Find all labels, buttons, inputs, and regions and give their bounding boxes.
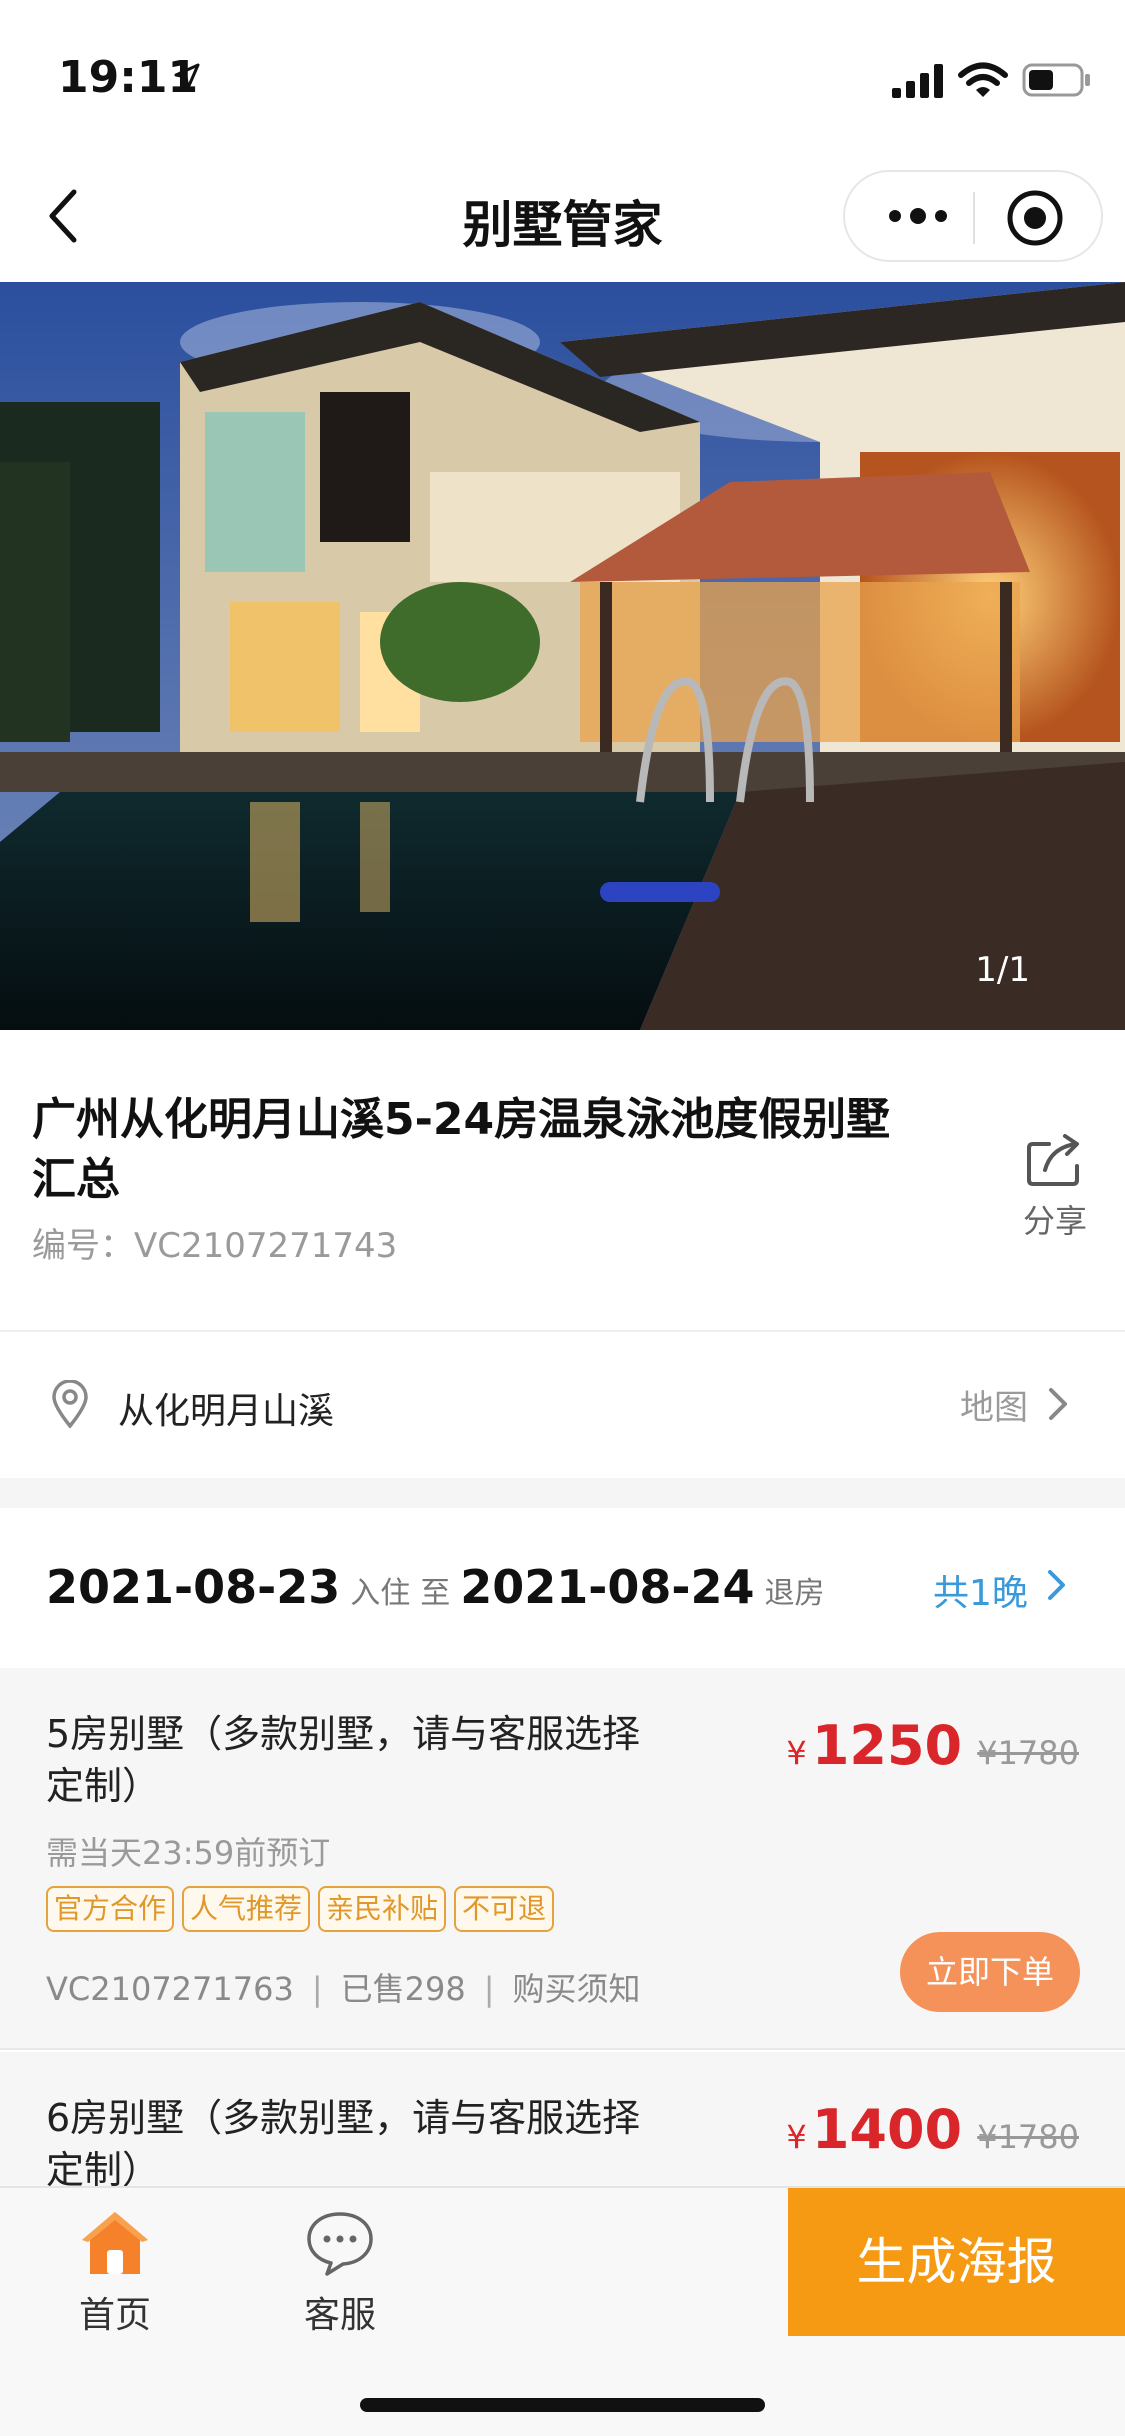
map-link[interactable]: 地图 — [960, 1380, 1028, 1429]
original-price: ¥1780 — [977, 1734, 1079, 1772]
currency-symbol: ¥ — [786, 1734, 807, 1772]
product-price: ¥ 1400 ¥1780 — [786, 2098, 1079, 2161]
product-name: 5房别墅（多款别墅，请与客服选择定制） — [46, 1712, 641, 1808]
mini-program-capsule — [843, 170, 1103, 262]
tab-home-label: 首页 — [78, 2295, 151, 2336]
product-meta: VC2107271763 | 已售298 | 购买须知 — [46, 1964, 641, 2010]
purchase-notice-link[interactable]: 购买须知 — [512, 1970, 640, 2008]
product-code: VC2107271763 — [46, 1970, 294, 2008]
tag-badge: 不可退 — [454, 1886, 555, 1932]
current-price: 1250 — [811, 1714, 963, 1777]
check-in-label: 入住 — [350, 1576, 411, 1611]
tag-badge: 亲民补贴 — [318, 1886, 447, 1932]
original-price: ¥1780 — [977, 2118, 1079, 2156]
check-out-label: 退房 — [764, 1576, 825, 1611]
villa-code: 编号：VC2107271743 — [32, 1226, 398, 1266]
generate-poster-button[interactable]: 生成海报 — [788, 2188, 1125, 2336]
meta-separator: | — [311, 1970, 323, 2008]
product-tags: 官方合作 人气推荐 亲民补贴 不可退 — [46, 1886, 555, 1932]
currency-symbol: ¥ — [786, 2118, 807, 2156]
nav-bar: 别墅管家 — [0, 150, 1125, 282]
product-price: ¥ 1250 ¥1780 — [786, 1714, 1079, 1777]
date-range: 2021-08-23 入住至 2021-08-24 退房 — [46, 1560, 835, 1614]
share-button[interactable]: 分享 — [1005, 1130, 1105, 1250]
home-icon — [82, 2212, 148, 2274]
signal-icon — [892, 64, 943, 98]
villa-photo-illustration — [0, 282, 1125, 1030]
sold-count: 已售298 — [340, 1970, 466, 2008]
location-name: 从化明月山溪 — [118, 1391, 335, 1432]
bottom-tab-bar: 首页 客服 生成海报 — [0, 2186, 1125, 2436]
check-out-date[interactable]: 2021-08-24 — [460, 1560, 754, 1614]
home-indicator — [360, 2398, 765, 2412]
check-in-date[interactable]: 2021-08-23 — [46, 1560, 340, 1614]
nights-count[interactable]: 共1晚 — [933, 1564, 1028, 1616]
current-price: 1400 — [811, 2098, 963, 2161]
booking-deadline: 需当天23:59前预订 — [46, 1834, 331, 1872]
capsule-divider — [973, 192, 975, 244]
tag-badge: 人气推荐 — [182, 1886, 311, 1932]
chevron-right-icon — [1049, 1388, 1067, 1420]
image-counter: 1/1 — [975, 950, 1030, 990]
villa-info-card: 广州从化明月山溪5-24房温泉泳池度假别墅汇总 编号：VC2107271743 … — [0, 1030, 1125, 1330]
more-icon[interactable] — [883, 196, 953, 236]
section-gap — [0, 1478, 1125, 1508]
meta-separator: | — [483, 1970, 495, 2008]
product-name: 6房别墅（多款别墅，请与客服选择定制） — [46, 2096, 641, 2192]
product-card[interactable]: 5房别墅（多款别墅，请与客服选择定制） ¥ 1250 ¥1780 需当天23:5… — [0, 1668, 1125, 2050]
wifi-icon — [958, 62, 1008, 97]
location-pin-icon — [52, 1380, 88, 1428]
tag-badge: 官方合作 — [46, 1886, 175, 1932]
order-now-button[interactable]: 立即下单 — [900, 1932, 1080, 2012]
location-arrow-icon — [174, 63, 200, 90]
share-label: 分享 — [1022, 1202, 1087, 1240]
tab-customer-service[interactable]: 客服 — [275, 2206, 405, 2336]
share-icon — [1027, 1134, 1079, 1186]
status-bar: 19:11 — [0, 0, 1125, 150]
chat-bubble-icon — [307, 2212, 373, 2276]
villa-title: 广州从化明月山溪5-24房温泉泳池度假别墅汇总 — [32, 1094, 891, 1205]
close-target-icon[interactable] — [1005, 188, 1065, 248]
location-row[interactable]: 从化明月山溪 地图 — [0, 1332, 1125, 1478]
tab-service-label: 客服 — [303, 2295, 376, 2336]
tab-home[interactable]: 首页 — [50, 2206, 180, 2336]
villa-photo[interactable]: 1/1 — [0, 282, 1125, 1030]
chevron-right-icon — [1048, 1570, 1065, 1600]
to-label: 至 — [420, 1576, 451, 1611]
date-selector[interactable]: 2021-08-23 入住至 2021-08-24 退房 共1晚 — [0, 1508, 1125, 1668]
battery-icon — [1022, 63, 1090, 97]
